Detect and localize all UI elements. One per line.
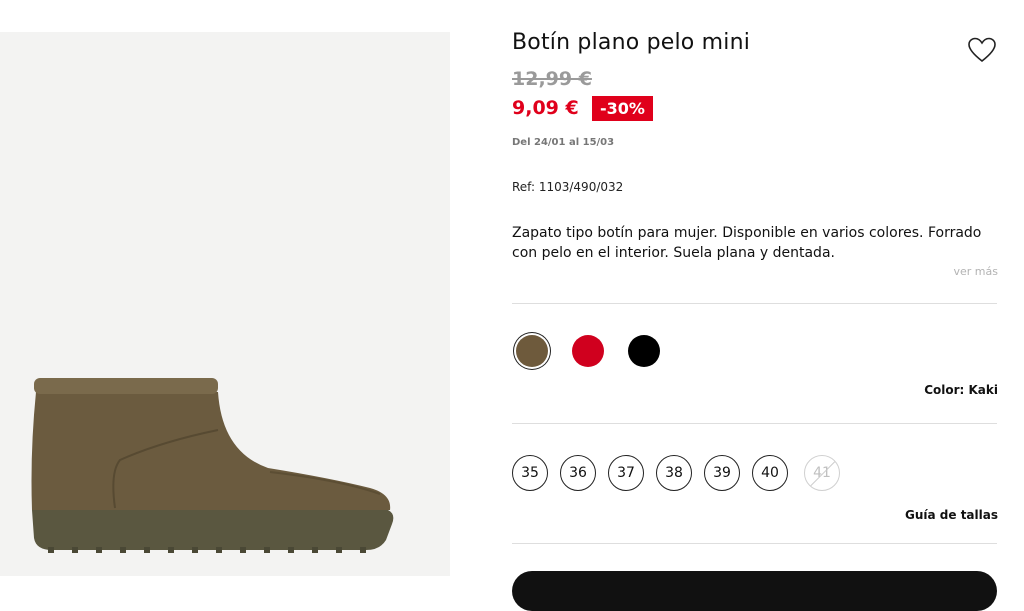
size-37[interactable]: 37 bbox=[608, 455, 644, 491]
product-ref: Ref: 1103/490/032 bbox=[512, 180, 624, 194]
divider bbox=[512, 423, 997, 424]
heart-outline-icon[interactable] bbox=[967, 36, 997, 64]
original-price: 12,99 € bbox=[512, 68, 592, 90]
size-40[interactable]: 40 bbox=[752, 455, 788, 491]
size-41-unavailable: 41 bbox=[804, 455, 840, 491]
product-info: Botín plano pelo mini 12,99 € 9,09 € -30… bbox=[512, 0, 998, 611]
ver-mas-link[interactable]: ver más bbox=[954, 265, 998, 278]
product-title: Botín plano pelo mini bbox=[512, 30, 751, 55]
boot-illustration bbox=[31, 378, 394, 553]
selected-color-label: Color: Kaki bbox=[924, 383, 998, 397]
color-swatch-black[interactable] bbox=[628, 335, 660, 367]
add-to-cart-button[interactable] bbox=[512, 571, 997, 611]
promo-dates: Del 24/01 al 15/03 bbox=[512, 137, 615, 148]
product-description: Zapato tipo botín para mujer. Disponible… bbox=[512, 225, 982, 261]
divider bbox=[512, 303, 997, 304]
discount-badge: -30% bbox=[592, 96, 653, 121]
color-swatch-kaki[interactable] bbox=[516, 335, 548, 367]
size-38[interactable]: 38 bbox=[656, 455, 692, 491]
color-swatch-red[interactable] bbox=[572, 335, 604, 367]
divider bbox=[512, 543, 997, 544]
size-guide-link[interactable]: Guía de tallas bbox=[905, 508, 998, 522]
size-35[interactable]: 35 bbox=[512, 455, 548, 491]
size-39[interactable]: 39 bbox=[704, 455, 740, 491]
product-image[interactable] bbox=[0, 32, 450, 576]
size-36[interactable]: 36 bbox=[560, 455, 596, 491]
sale-price: 9,09 € bbox=[512, 97, 579, 119]
